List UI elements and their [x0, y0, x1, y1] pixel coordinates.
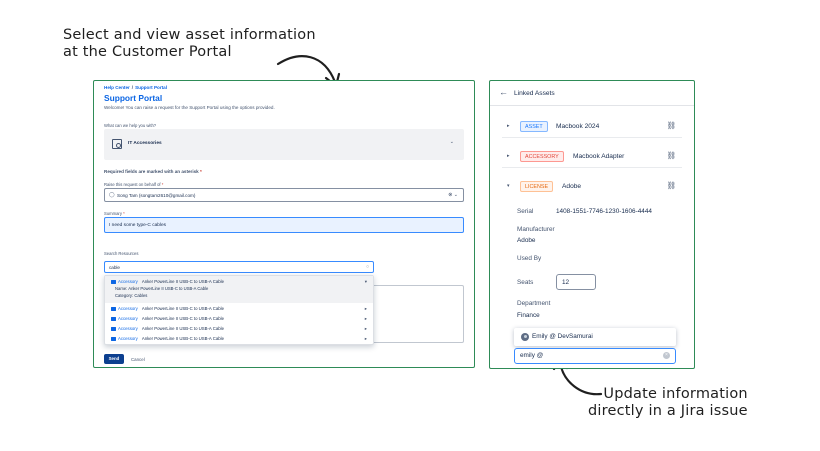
search-value: cable	[109, 265, 120, 270]
department-value[interactable]: Finance	[517, 312, 540, 319]
list-item[interactable]: Accessory Anker PowerLine II USB-C to USB…	[111, 326, 224, 331]
chevron-down-icon: ⌄	[449, 139, 454, 145]
manufacturer-label: Manufacturer	[517, 226, 555, 233]
used-by-label: Used By	[517, 255, 542, 262]
unlink-icon[interactable]: ⛓	[666, 151, 676, 160]
chevron-right-icon[interactable]: ▸	[365, 326, 367, 332]
send-button[interactable]: Send	[104, 354, 124, 364]
used-by-input-value: emily @	[520, 352, 544, 359]
summary-input[interactable]: I need some type-C cables	[104, 217, 464, 233]
panel-title: Linked Assets	[514, 90, 555, 97]
result-category-meta: Category: Cables	[115, 293, 148, 298]
jira-linked-assets-panel: ← Linked Assets ▸ ASSET Macbook 2024 ⛓ ▸…	[489, 80, 695, 369]
asset-name: Macbook Adapter	[573, 153, 625, 160]
request-type-select[interactable]: IT Accessories ⌄	[104, 129, 464, 160]
chevron-right-icon[interactable]: ▸	[365, 336, 367, 342]
on-behalf-select[interactable]: ◯ Song Tam (songtam2610@gmail.com) ⊗ ⌄	[104, 188, 464, 202]
breadcrumb: Help Center / Support Portal	[104, 85, 167, 90]
list-item[interactable]: Accessory Anker PowerLine II USB-C to USB…	[111, 336, 224, 341]
serial-value[interactable]: 1408-1551-7746-1230-1606-4444	[556, 208, 652, 215]
chevron-down-icon[interactable]: ▾	[507, 183, 510, 189]
unlink-icon[interactable]: ⛓	[666, 121, 676, 130]
list-item[interactable]: Accessory Anker PowerLine II USB-C to USB…	[111, 306, 224, 311]
bottom-caption: Update information directly in a Jira is…	[588, 386, 748, 420]
seats-label: Seats	[517, 279, 534, 286]
cancel-button[interactable]: Cancel	[131, 357, 145, 362]
welcome-text: Welcome! You can raise a request for the…	[104, 105, 275, 110]
summary-value: I need some type-C cables	[109, 223, 167, 228]
summary-label: Summary *	[104, 211, 125, 216]
back-arrow-icon[interactable]: ←	[499, 87, 508, 97]
serial-label: Serial	[517, 208, 534, 215]
user-suggestion-name: Emily @ DevSamurai	[532, 333, 593, 340]
avatar	[521, 333, 529, 341]
search-results-dropdown: Accessory Anker PowerLine II USB-C to USB…	[104, 275, 374, 345]
help-question-label: What can we help you with?	[104, 123, 157, 128]
used-by-input[interactable]: emily @ ×	[514, 348, 676, 364]
asset-row-macbook-adapter[interactable]: ▸ ACCESSORY Macbook Adapter ⛓	[502, 146, 682, 168]
clear-icon[interactable]: ×	[663, 351, 670, 359]
unlink-icon[interactable]: ⛓	[666, 181, 676, 190]
chevron-right-icon[interactable]: ▸	[507, 153, 510, 159]
category-icon	[111, 307, 116, 311]
asset-row-adobe[interactable]: ▾ LICENSE Adobe ⛓	[502, 176, 682, 198]
bottom-caption-line1: Update information	[603, 386, 748, 402]
user-suggestion-popup[interactable]: Emily @ DevSamurai	[514, 328, 676, 346]
result-name-meta: Name: Anker PowerLine II USB-C to USB-A …	[115, 286, 209, 291]
asset-type-badge: ACCESSORY	[520, 151, 564, 162]
top-caption-line1: Select and view asset information	[63, 27, 316, 43]
category-icon	[111, 317, 116, 321]
computer-icon	[112, 139, 122, 149]
chevron-right-icon[interactable]: ▸	[507, 123, 510, 129]
search-resources-input[interactable]: cable ○	[104, 261, 374, 273]
chevron-right-icon[interactable]: ▸	[365, 306, 367, 312]
list-item: Accessory Anker PowerLine II USB-C to USB…	[111, 279, 224, 284]
on-behalf-value: Song Tam (songtam2610@gmail.com)	[117, 193, 196, 198]
asset-name: Adobe	[562, 183, 582, 190]
category-icon	[111, 337, 116, 341]
search-resources-label: Search Resources	[104, 251, 139, 256]
breadcrumb-help-center[interactable]: Help Center	[104, 85, 130, 90]
page-title: Support Portal	[104, 93, 163, 103]
asset-name: Macbook 2024	[556, 123, 600, 130]
manufacturer-value[interactable]: Adobe	[517, 237, 535, 244]
asset-row-macbook-2024[interactable]: ▸ ASSET Macbook 2024 ⛓	[502, 116, 682, 138]
customer-portal-screenshot: Help Center / Support Portal Support Porta…	[93, 80, 475, 368]
category-icon	[111, 280, 116, 284]
breadcrumb-support-portal[interactable]: Support Portal	[135, 85, 167, 90]
required-note: Required fields are marked with an aster…	[104, 169, 202, 174]
list-item[interactable]: Accessory Anker PowerLine II USB-C to USB…	[111, 316, 224, 321]
search-result-expanded[interactable]: Accessory Anker PowerLine II USB-C to USB…	[105, 276, 373, 303]
asset-type-badge: ASSET	[520, 121, 548, 132]
clear-chevron-icon[interactable]: ⊗ ⌄	[448, 192, 458, 198]
seats-input[interactable]: 12	[556, 274, 596, 290]
user-icon: ◯	[109, 192, 115, 198]
department-label: Department	[517, 300, 551, 307]
divider	[490, 105, 694, 106]
bottom-caption-line2: directly in a Jira issue	[588, 403, 748, 419]
request-type-label: IT Accessories	[128, 141, 162, 146]
category-icon	[111, 327, 116, 331]
clear-icon[interactable]: ○	[366, 264, 369, 270]
on-behalf-label: Raise this request on behalf of *	[104, 182, 164, 187]
chevron-right-icon[interactable]: ▸	[365, 316, 367, 322]
chevron-down-icon[interactable]: ▾	[365, 279, 367, 285]
asset-type-badge: LICENSE	[520, 181, 554, 192]
